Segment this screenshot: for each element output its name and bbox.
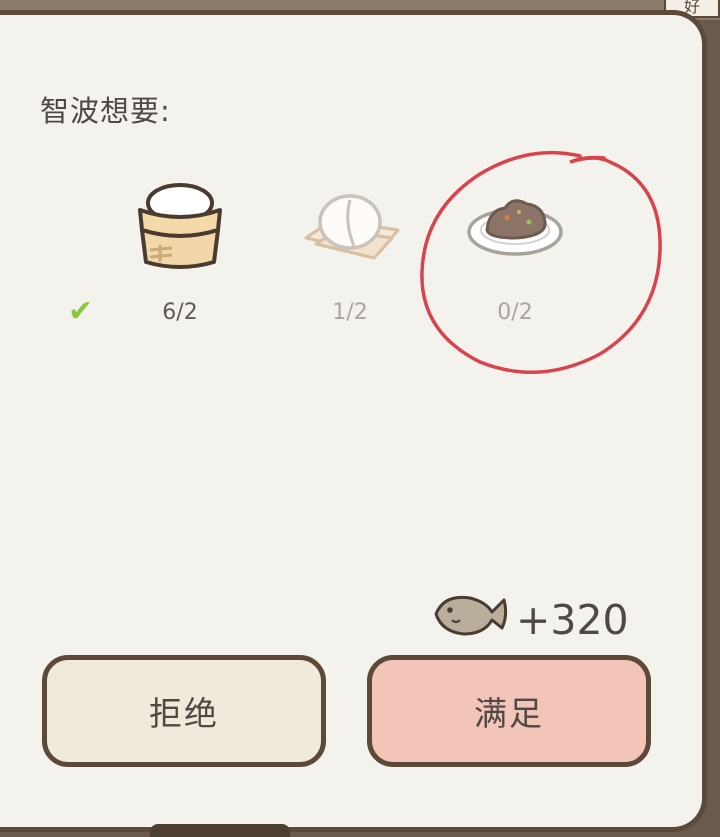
- mochi-icon: [304, 194, 400, 260]
- request-item-bun-basket[interactable]: ✔ 6/2: [68, 170, 260, 340]
- satisfy-button[interactable]: 满足: [367, 655, 651, 767]
- highlight-circle-annotation: [420, 150, 662, 375]
- item-count: 6/2: [162, 300, 198, 325]
- refuse-button-label: 拒绝: [149, 694, 219, 733]
- check-icon: ✔: [68, 294, 94, 329]
- refuse-button[interactable]: 拒绝: [42, 655, 326, 767]
- satisfy-button-label: 满足: [474, 694, 544, 733]
- fish-icon: [434, 595, 508, 636]
- reward: +320: [430, 588, 630, 648]
- dialog-title: 智波想要:: [40, 94, 171, 128]
- background-edge: [150, 824, 290, 837]
- reward-amount: +320: [516, 596, 629, 644]
- request-item-mochi[interactable]: 1/2: [270, 170, 430, 340]
- bun-basket-icon: [138, 183, 222, 269]
- item-count: 1/2: [332, 300, 368, 325]
